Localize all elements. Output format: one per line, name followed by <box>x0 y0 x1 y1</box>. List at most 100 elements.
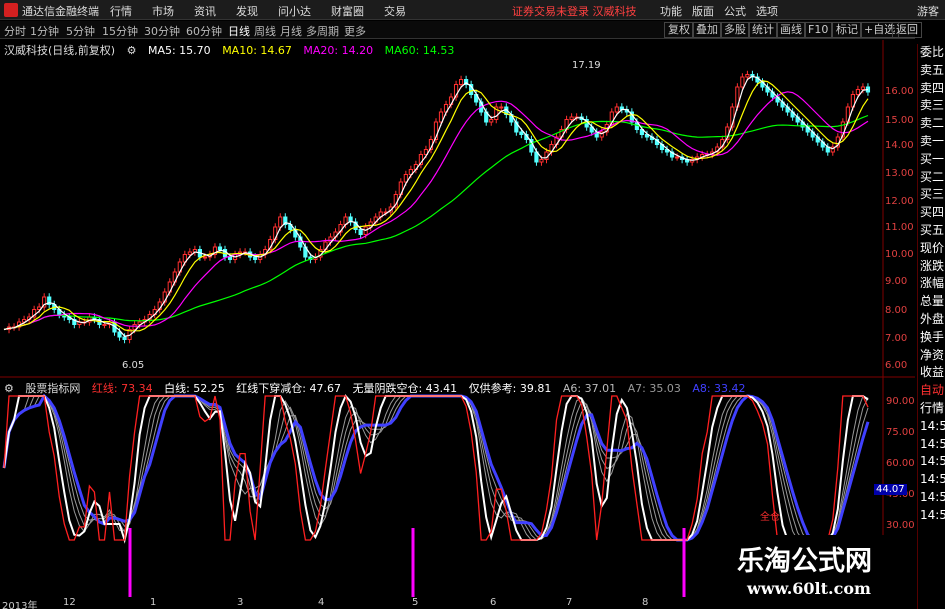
price-tick: 10.00 <box>885 249 914 260</box>
sidebar-item[interactable]: 外盘 <box>918 311 945 329</box>
sidebar-item[interactable]: 行情 <box>918 400 945 418</box>
sidebar-item[interactable]: 买一 <box>918 151 945 169</box>
sidebar-item[interactable]: 涨幅 <box>918 275 945 293</box>
sidebar-item[interactable]: 收益 <box>918 364 945 382</box>
period-tab-1min[interactable]: 1分钟 <box>30 23 59 39</box>
menu-item-markets[interactable]: 市场 <box>152 3 174 19</box>
indicator-tick: 75.00 <box>886 427 915 438</box>
menu-item-market[interactable]: 行情 <box>110 3 132 19</box>
candle-body <box>499 106 504 109</box>
app-logo-icon <box>4 3 18 17</box>
adjust-button[interactable]: 复权 <box>664 22 694 38</box>
no-shadow-value: 无量阴跌空仓: 43.41 <box>352 382 458 395</box>
red-line-series <box>3 395 869 541</box>
candle-body <box>122 336 127 340</box>
period-tab-daily[interactable]: 日线 <box>228 23 250 39</box>
stats-button[interactable]: 统计 <box>748 22 778 38</box>
period-tab-monthly[interactable]: 月线 <box>280 23 302 39</box>
menu-item-function[interactable]: 功能 <box>660 3 682 19</box>
sidebar-item[interactable]: 委比 <box>918 44 945 62</box>
date-tick: 2013年 <box>2 601 38 609</box>
time-label: 14:50 <box>920 472 945 487</box>
a6-value: A6: 37.01 <box>562 382 617 395</box>
ma5-series <box>3 75 869 337</box>
menu-item-discover[interactable]: 发现 <box>236 3 258 19</box>
candle-body <box>614 106 619 113</box>
sidebar-item[interactable]: 现价 <box>918 240 945 258</box>
menu-item-layout[interactable]: 版面 <box>692 3 714 19</box>
app-title: 通达信金融终端 <box>22 5 99 18</box>
cross-reduce-value: 红线下穿减仓: 47.67 <box>236 382 341 395</box>
period-tab-more[interactable]: 更多 <box>344 23 366 39</box>
date-tick: 8 <box>642 597 649 608</box>
period-tab-15min[interactable]: 15分钟 <box>102 23 138 39</box>
candle-body <box>489 119 494 123</box>
candle-body <box>860 86 866 90</box>
candle-body <box>569 116 574 120</box>
menu-item-options[interactable]: 选项 <box>756 3 778 19</box>
band-series <box>3 395 869 541</box>
period-tab-30min[interactable]: 30分钟 <box>144 23 180 39</box>
draw-line-button[interactable]: 画线 <box>776 22 806 38</box>
menu-item-wealth[interactable]: 财富圈 <box>331 3 364 19</box>
price-tick: 12.00 <box>885 196 914 207</box>
time-label: 14:50 <box>920 507 945 522</box>
menu-item-formula[interactable]: 公式 <box>724 3 746 19</box>
period-tab-multi[interactable]: 多周期 <box>306 23 339 39</box>
red-line-value: 红线: 73.34 <box>91 382 153 395</box>
sidebar-item[interactable]: 卖四 <box>918 80 945 98</box>
indicator-name[interactable]: 股票指标网 <box>25 382 80 395</box>
sidebar-item[interactable]: 卖五 <box>918 62 945 80</box>
settings-icon[interactable]: ⚙ <box>4 382 14 395</box>
sidebar-item[interactable]: 买四 <box>918 204 945 222</box>
period-tab-60min[interactable]: 60分钟 <box>186 23 222 39</box>
time-label: 14:50 <box>920 436 945 451</box>
menu-item-ask[interactable]: 问小达 <box>278 3 311 19</box>
f10-button[interactable]: F10 <box>804 22 833 38</box>
candle-body <box>855 89 861 95</box>
multi-stock-button[interactable]: 多股 <box>720 22 750 38</box>
low-price-annotation: 6.05 <box>122 360 144 371</box>
date-tick: 7 <box>566 597 573 608</box>
sidebar-item[interactable]: 买五 <box>918 222 945 240</box>
sidebar-item[interactable]: 卖二 <box>918 115 945 133</box>
period-tab-weekly[interactable]: 周线 <box>254 23 276 39</box>
candle-body <box>132 324 137 330</box>
kline-chart[interactable]: 17.19 6.05 全仓 <box>0 40 915 597</box>
sidebar-item[interactable]: 换手 <box>918 329 945 347</box>
overlay-button[interactable]: 叠加 <box>692 22 722 38</box>
mark-button[interactable]: 标记 <box>832 22 862 38</box>
sidebar-item[interactable]: 净资 <box>918 347 945 365</box>
candle-body <box>187 251 192 255</box>
sidebar-item[interactable]: 买二 <box>918 169 945 187</box>
ma60-series <box>3 114 869 331</box>
date-tick: 4 <box>318 597 325 608</box>
price-tick: 13.00 <box>885 168 914 179</box>
ref-only-value: 仅供参考: 39.81 <box>468 382 552 395</box>
candlestick-series <box>6 70 871 344</box>
period-tab-timeshare[interactable]: 分时 <box>4 23 26 39</box>
time-label: 14:50 <box>920 418 945 433</box>
sidebar-item[interactable]: 买三 <box>918 186 945 204</box>
period-tab-5min[interactable]: 5分钟 <box>66 23 95 39</box>
sidebar-item[interactable]: 涨跌 <box>918 258 945 276</box>
menu-item-news[interactable]: 资讯 <box>194 3 216 19</box>
guest-label[interactable]: 游客 <box>917 3 939 19</box>
candle-body <box>674 156 680 159</box>
indicator-tick: 60.00 <box>886 458 915 469</box>
menu-item-trade[interactable]: 交易 <box>384 3 406 19</box>
white-line-series <box>3 394 869 544</box>
candle-body <box>539 159 544 163</box>
sidebar-item[interactable]: 卖一 <box>918 133 945 151</box>
candle-body <box>740 76 745 88</box>
sidebar-item[interactable]: 自动 <box>918 382 945 400</box>
date-tick: 3 <box>237 597 244 608</box>
sidebar-item[interactable]: 总量 <box>918 293 945 311</box>
price-tick: 7.00 <box>885 333 908 344</box>
current-value-badge: 44.07 <box>874 484 907 495</box>
time-label: 14:50 <box>920 454 945 469</box>
back-button[interactable]: 返回 <box>892 22 922 38</box>
a8-value: A8: 33.42 <box>692 382 746 395</box>
price-tick: 15.00 <box>885 115 914 126</box>
sidebar-item[interactable]: 卖三 <box>918 97 945 115</box>
